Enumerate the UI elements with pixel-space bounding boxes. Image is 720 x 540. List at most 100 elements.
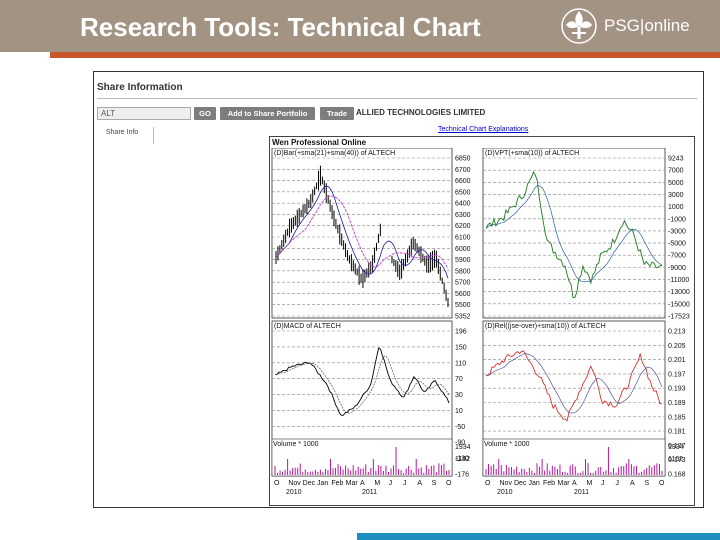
- rel-panel-tick-label: 0.168: [668, 472, 686, 479]
- bar-panel-tick-label: 6850: [455, 156, 471, 163]
- share-information-heading: Share Information: [97, 82, 183, 93]
- vpt-panel-tick-label: 5000: [668, 180, 684, 187]
- right-axis-month-label: J: [616, 480, 620, 487]
- macd-panel-tick-label: 30: [455, 392, 463, 399]
- rel-panel-tick-label: 0.205: [668, 343, 686, 350]
- bar-panel-tick-label: 5600: [455, 291, 471, 298]
- bar-panel-tick-label: 5900: [455, 257, 471, 264]
- left-axis-month-label: Dec: [303, 480, 316, 487]
- bar-panel-tick-label: 5500: [455, 302, 471, 309]
- macd-panel-tick-label: 196: [455, 329, 467, 336]
- vpt-panel-tick-label: -11000: [668, 277, 689, 284]
- macd-volume-label: Volume * 1000: [273, 441, 319, 448]
- left-axis-month-label: Feb: [331, 480, 343, 487]
- macd-panel-tick-label: 70: [455, 376, 463, 383]
- bar-panel-tick-label: 6100: [455, 235, 471, 242]
- technical-chart: Wen Professional Online (D)Bar(+sma(21)+…: [269, 136, 695, 506]
- left-axis-year-label: 2011: [362, 489, 377, 496]
- left-axis-year-label: 2010: [286, 489, 302, 496]
- right-axis-month-label: S: [645, 480, 650, 487]
- rel-panel-tick-label: 0.197: [668, 371, 686, 378]
- left-axis-month-label: A: [360, 480, 365, 487]
- left-axis-month-label: Jan: [317, 480, 328, 487]
- right-axis-month-label: O: [659, 480, 665, 487]
- right-axis-month-label: A: [630, 480, 635, 487]
- macd-panel-tick-label: -176: [455, 472, 469, 479]
- right-axis-month-label: J: [601, 480, 605, 487]
- add-to-portfolio-button[interactable]: Add to Share Portfolio: [220, 107, 315, 120]
- chart-panels: (D)Bar(+sma(21)+sma(40)) of ALTECH 6850 67…: [271, 148, 690, 496]
- left-axis-month-label: O: [274, 480, 280, 487]
- rel-panel-title: (D)Rel((jse-over)+sma(10)) of ALTECH: [485, 323, 606, 330]
- trade-button[interactable]: Trade: [320, 107, 354, 120]
- vpt-panel-title: (D)VPT(+sma(10)) of ALTECH: [485, 150, 579, 157]
- macd-panel-tick-label: 150: [455, 344, 467, 351]
- rel-panel-tick-label: 0.201: [668, 357, 686, 364]
- vpt-panel-tick-label: 1000: [668, 204, 684, 211]
- go-button[interactable]: GO: [194, 107, 216, 120]
- left-axis-month-label: J: [403, 480, 407, 487]
- bar-panel-tick-label: 6200: [455, 223, 471, 230]
- psg-logo: PSG|online: [558, 4, 718, 48]
- vpt-panel-tick-label: 7000: [668, 168, 684, 175]
- left-axis-month-label: S: [432, 480, 437, 487]
- right-axis-month-label: A: [572, 480, 577, 487]
- divider: [97, 98, 697, 99]
- bar-panel-tick-label: 6700: [455, 167, 471, 174]
- right-axis-month-label: M: [587, 480, 593, 487]
- right-axis-month-label: Mar: [558, 480, 571, 487]
- right-axis-year-label: 2010: [497, 489, 513, 496]
- left-axis-month-label: J: [389, 480, 393, 487]
- bar-panel-title: (D)Bar(+sma(21)+sma(40)) of ALTECH: [274, 150, 395, 157]
- right-axis-month-label: Jan: [529, 480, 540, 487]
- rel-panel-tick-label: 0.185: [668, 414, 686, 421]
- vpt-panel-tick-label: 9243: [668, 156, 684, 163]
- bar-panel-tick-label: 6300: [455, 212, 471, 219]
- rel-panel-tick-label: 0.213: [668, 329, 686, 336]
- footer-stripe: [357, 533, 720, 540]
- tab-share-info[interactable]: Share Info: [102, 127, 154, 144]
- fleur-logo-icon: [561, 8, 597, 44]
- macd-panel-tick-label: -50: [455, 424, 465, 431]
- company-name: ALLIED TECHNOLOGIES LIMITED: [356, 108, 486, 117]
- vpt-panel-tick-label: -1000: [668, 216, 686, 223]
- share-information-frame: Share Information ALT GO Add to Share Po…: [93, 71, 704, 508]
- accent-stripe: [50, 52, 720, 58]
- rel-volume-tick-label: 1162: [668, 456, 683, 463]
- macd-volume-tick-label: 1162: [455, 456, 470, 463]
- vpt-panel-tick-label: -17523: [668, 314, 690, 321]
- bar-panel-tick-label: 6000: [455, 246, 471, 253]
- macd-panel-title: (D)MACD of ALTECH: [274, 323, 341, 330]
- vpt-panel-tick-label: -13000: [668, 289, 690, 296]
- macd-panel-tick-label: 110: [455, 360, 466, 367]
- technical-chart-explanations-link[interactable]: Technical Chart Explanations: [438, 126, 528, 133]
- vpt-panel-tick-label: -5000: [668, 241, 686, 248]
- bar-panel-tick-label: 5352: [455, 314, 471, 321]
- left-axis-month-label: O: [446, 480, 452, 487]
- vpt-panel-tick-label: -9000: [668, 265, 686, 272]
- bar-panel-tick-label: 5700: [455, 280, 471, 287]
- left-axis-month-label: Nov: [288, 480, 301, 487]
- macd-volume-tick-label: 1934: [455, 444, 471, 451]
- vpt-panel-frame: [482, 148, 666, 319]
- bar-panel-tick-label: 6600: [455, 178, 471, 185]
- ticker-input[interactable]: ALT: [97, 107, 191, 120]
- vpt-panel-tick-label: -7000: [668, 253, 686, 260]
- bar-panel-frame: [271, 148, 453, 319]
- right-axis-month-label: Nov: [500, 480, 513, 487]
- rel-panel-tick-label: 0.193: [668, 386, 686, 393]
- left-axis-month-label: M: [374, 480, 380, 487]
- chart-header: Wen Professional Online: [272, 138, 367, 147]
- bar-panel-tick-label: 6500: [455, 189, 471, 196]
- vpt-panel-tick-label: 3000: [668, 192, 684, 199]
- left-axis-month-label: A: [417, 480, 422, 487]
- right-axis-month-label: Dec: [514, 480, 527, 487]
- right-axis-month-label: O: [485, 480, 491, 487]
- left-axis-month-label: Mar: [346, 480, 359, 487]
- rel-volume-label: Volume * 1000: [484, 441, 530, 448]
- logo-text: PSG|online: [604, 16, 690, 35]
- right-axis-year-label: 2011: [574, 489, 589, 496]
- vpt-panel-tick-label: -3000: [668, 228, 686, 235]
- bar-panel-tick-label: 6400: [455, 201, 471, 208]
- rel-volume-tick-label: 1934: [668, 444, 684, 451]
